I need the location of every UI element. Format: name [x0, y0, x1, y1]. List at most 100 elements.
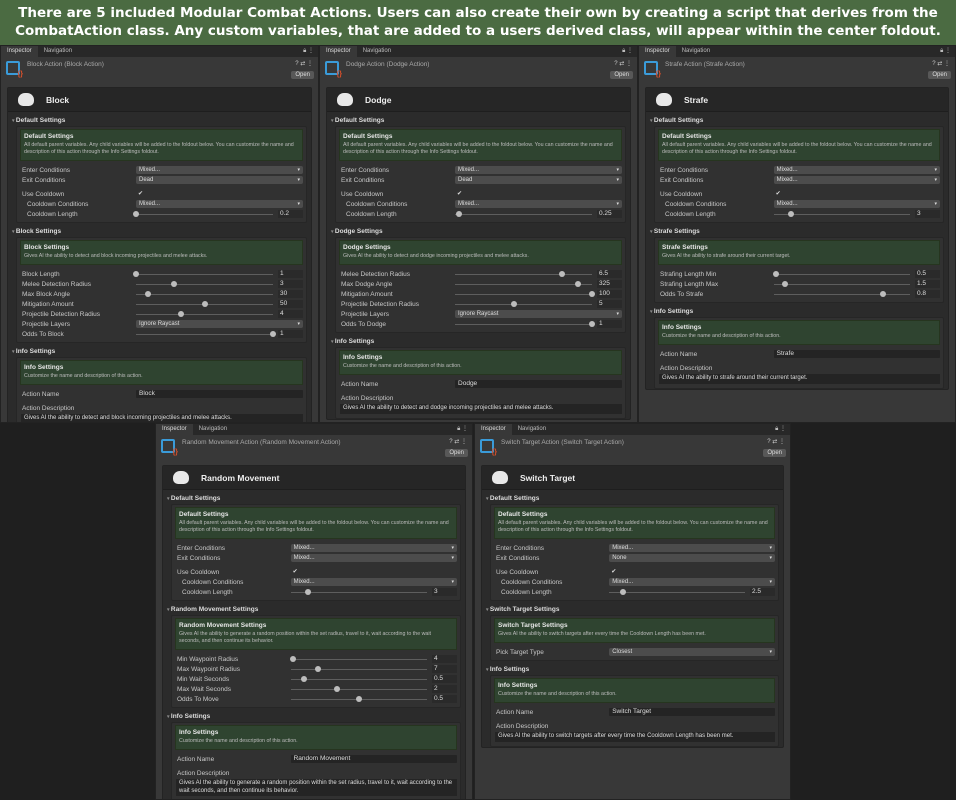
slider-thumb[interactable] — [589, 320, 595, 327]
projectile-detection-radius-value-input[interactable]: 5 — [597, 300, 622, 308]
max-dodge-angle-slider[interactable]: 325 — [455, 280, 622, 288]
slider-track[interactable] — [290, 695, 427, 702]
melee-detection-radius-value-input[interactable]: 6.5 — [597, 270, 622, 278]
exit-conditions-dropdown[interactable]: None — [609, 554, 775, 562]
open-button[interactable]: Open — [291, 71, 314, 79]
slider-track[interactable] — [136, 310, 273, 317]
exit-conditions-dropdown[interactable]: Mixed... — [290, 554, 457, 562]
slider-thumb[interactable] — [178, 310, 185, 317]
slider-track[interactable] — [455, 210, 592, 217]
slider-thumb[interactable] — [355, 695, 362, 702]
slider-thumb[interactable] — [333, 685, 340, 692]
help-settings-icons[interactable]: ? ⇄ ⋮ — [295, 60, 313, 67]
use-cooldown-checkbox[interactable]: ✔ — [455, 190, 622, 198]
max-waypoint-radius-slider[interactable]: 7 — [290, 665, 457, 673]
foldout-default-settings[interactable]: Default Settings — [163, 490, 465, 504]
melee-detection-radius-slider[interactable]: 6.5 — [455, 270, 622, 278]
tab-navigation[interactable]: Navigation — [512, 424, 552, 435]
open-button[interactable]: Open — [610, 71, 633, 79]
slider-thumb[interactable] — [290, 655, 297, 662]
block-length-value-input[interactable]: 1 — [278, 270, 303, 278]
slider-thumb[interactable] — [558, 270, 565, 277]
cooldown-conditions-dropdown[interactable]: Mixed... — [136, 200, 303, 208]
action-name-input[interactable]: Block — [136, 390, 303, 398]
strafing-length-max-slider[interactable]: 1.5 — [773, 280, 940, 288]
odds-to-block-value-input[interactable]: 1 — [278, 330, 303, 338]
action-description-field[interactable]: Gives AI the ability to detect and dodge… — [340, 404, 622, 414]
lock-icon[interactable]: 🔒︎ ⋮ — [303, 46, 314, 57]
strafing-length-min-slider[interactable]: 0.5 — [773, 270, 940, 278]
help-settings-icons[interactable]: ? ⇄ ⋮ — [767, 438, 785, 445]
slider-thumb[interactable] — [773, 270, 780, 277]
open-button[interactable]: Open — [763, 449, 786, 457]
slider-track[interactable] — [773, 280, 910, 287]
slider-thumb[interactable] — [270, 330, 276, 337]
lock-icon[interactable]: 🔒︎ ⋮ — [457, 424, 468, 435]
slider-track[interactable] — [290, 655, 427, 662]
slider-track[interactable] — [290, 675, 427, 682]
min-waypoint-radius-value-input[interactable]: 4 — [432, 655, 457, 663]
slider-track[interactable] — [773, 270, 910, 277]
exit-conditions-dropdown[interactable]: Dead — [455, 176, 622, 184]
use-cooldown-checkbox[interactable]: ✔ — [774, 190, 940, 198]
foldout-default-settings[interactable]: Default Settings — [482, 490, 783, 504]
cooldown-conditions-dropdown[interactable]: Mixed... — [455, 200, 622, 208]
enter-conditions-dropdown[interactable]: Mixed... — [609, 544, 775, 552]
min-waypoint-radius-slider[interactable]: 4 — [290, 655, 457, 663]
enter-conditions-dropdown[interactable]: Mixed... — [773, 166, 940, 174]
enter-conditions-dropdown[interactable]: Mixed... — [136, 166, 303, 174]
projectile-layers-dropdown[interactable]: Ignore Raycast — [455, 310, 622, 318]
action-description-field[interactable]: Gives AI the ability to strafe around th… — [659, 374, 940, 384]
action-description-field[interactable]: Gives AI the ability to switch targets a… — [495, 732, 775, 742]
action-name-input[interactable]: Strafe — [773, 350, 940, 358]
tab-inspector[interactable]: Inspector — [1, 46, 38, 57]
slider-thumb[interactable] — [133, 270, 140, 277]
slider-thumb[interactable] — [171, 280, 178, 287]
slider-thumb[interactable] — [510, 300, 517, 307]
odds-to-dodge-value-input[interactable]: 1 — [597, 320, 622, 328]
cooldown-length-slider[interactable]: 0.2 — [133, 210, 303, 218]
slider-track[interactable] — [290, 588, 427, 595]
slider-thumb[interactable] — [456, 210, 463, 217]
cooldown-length-value-input[interactable]: 2.5 — [750, 588, 775, 596]
slider-track[interactable] — [133, 270, 273, 277]
max-wait-seconds-slider[interactable]: 2 — [290, 685, 457, 693]
mitigation-amount-value-input[interactable]: 50 — [278, 300, 303, 308]
foldout-random-movement-settings[interactable]: Random Movement Settings — [163, 601, 465, 615]
slider-thumb[interactable] — [575, 280, 582, 287]
foldout-strafe-settings[interactable]: Strafe Settings — [646, 223, 948, 237]
slider-track[interactable] — [773, 210, 910, 217]
mitigation-amount-value-input[interactable]: 100 — [597, 290, 622, 298]
use-cooldown-checkbox[interactable]: ✔ — [609, 568, 775, 576]
lock-icon[interactable]: 🔒︎ ⋮ — [775, 424, 786, 435]
slider-track[interactable] — [290, 665, 427, 672]
help-settings-icons[interactable]: ? ⇄ ⋮ — [449, 438, 467, 445]
lock-icon[interactable]: 🔒︎ ⋮ — [622, 46, 633, 57]
tab-navigation[interactable]: Navigation — [193, 424, 233, 435]
enter-conditions-dropdown[interactable]: Mixed... — [290, 544, 457, 552]
cooldown-length-slider[interactable]: 2.5 — [609, 588, 775, 596]
min-wait-seconds-slider[interactable]: 0.5 — [290, 675, 457, 683]
enter-conditions-dropdown[interactable]: Mixed... — [455, 166, 622, 174]
cooldown-length-slider[interactable]: 3 — [773, 210, 940, 218]
slider-thumb[interactable] — [133, 210, 140, 217]
foldout-switch-target-settings[interactable]: Switch Target Settings — [482, 601, 783, 615]
min-wait-seconds-value-input[interactable]: 0.5 — [432, 675, 457, 683]
cooldown-length-value-input[interactable]: 0.25 — [597, 210, 622, 218]
exit-conditions-dropdown[interactable]: Dead — [136, 176, 303, 184]
foldout-default-settings[interactable]: Default Settings — [646, 112, 948, 126]
odds-to-strafe-slider[interactable]: 0.8 — [773, 290, 940, 298]
cooldown-length-value-input[interactable]: 3 — [915, 210, 940, 218]
slider-thumb[interactable] — [879, 290, 886, 297]
tab-inspector[interactable]: Inspector — [156, 424, 193, 435]
projectile-layers-dropdown[interactable]: Ignore Raycast — [136, 320, 303, 328]
open-button[interactable]: Open — [928, 71, 951, 79]
max-block-angle-slider[interactable]: 30 — [136, 290, 303, 298]
slider-track[interactable] — [455, 270, 592, 277]
max-dodge-angle-value-input[interactable]: 325 — [597, 280, 622, 288]
use-cooldown-checkbox[interactable]: ✔ — [291, 568, 457, 576]
melee-detection-radius-slider[interactable]: 3 — [136, 280, 303, 288]
slider-thumb[interactable] — [301, 675, 308, 682]
foldout-info-settings[interactable]: Info Settings — [163, 708, 465, 722]
foldout-info-settings[interactable]: Info Settings — [646, 303, 948, 317]
